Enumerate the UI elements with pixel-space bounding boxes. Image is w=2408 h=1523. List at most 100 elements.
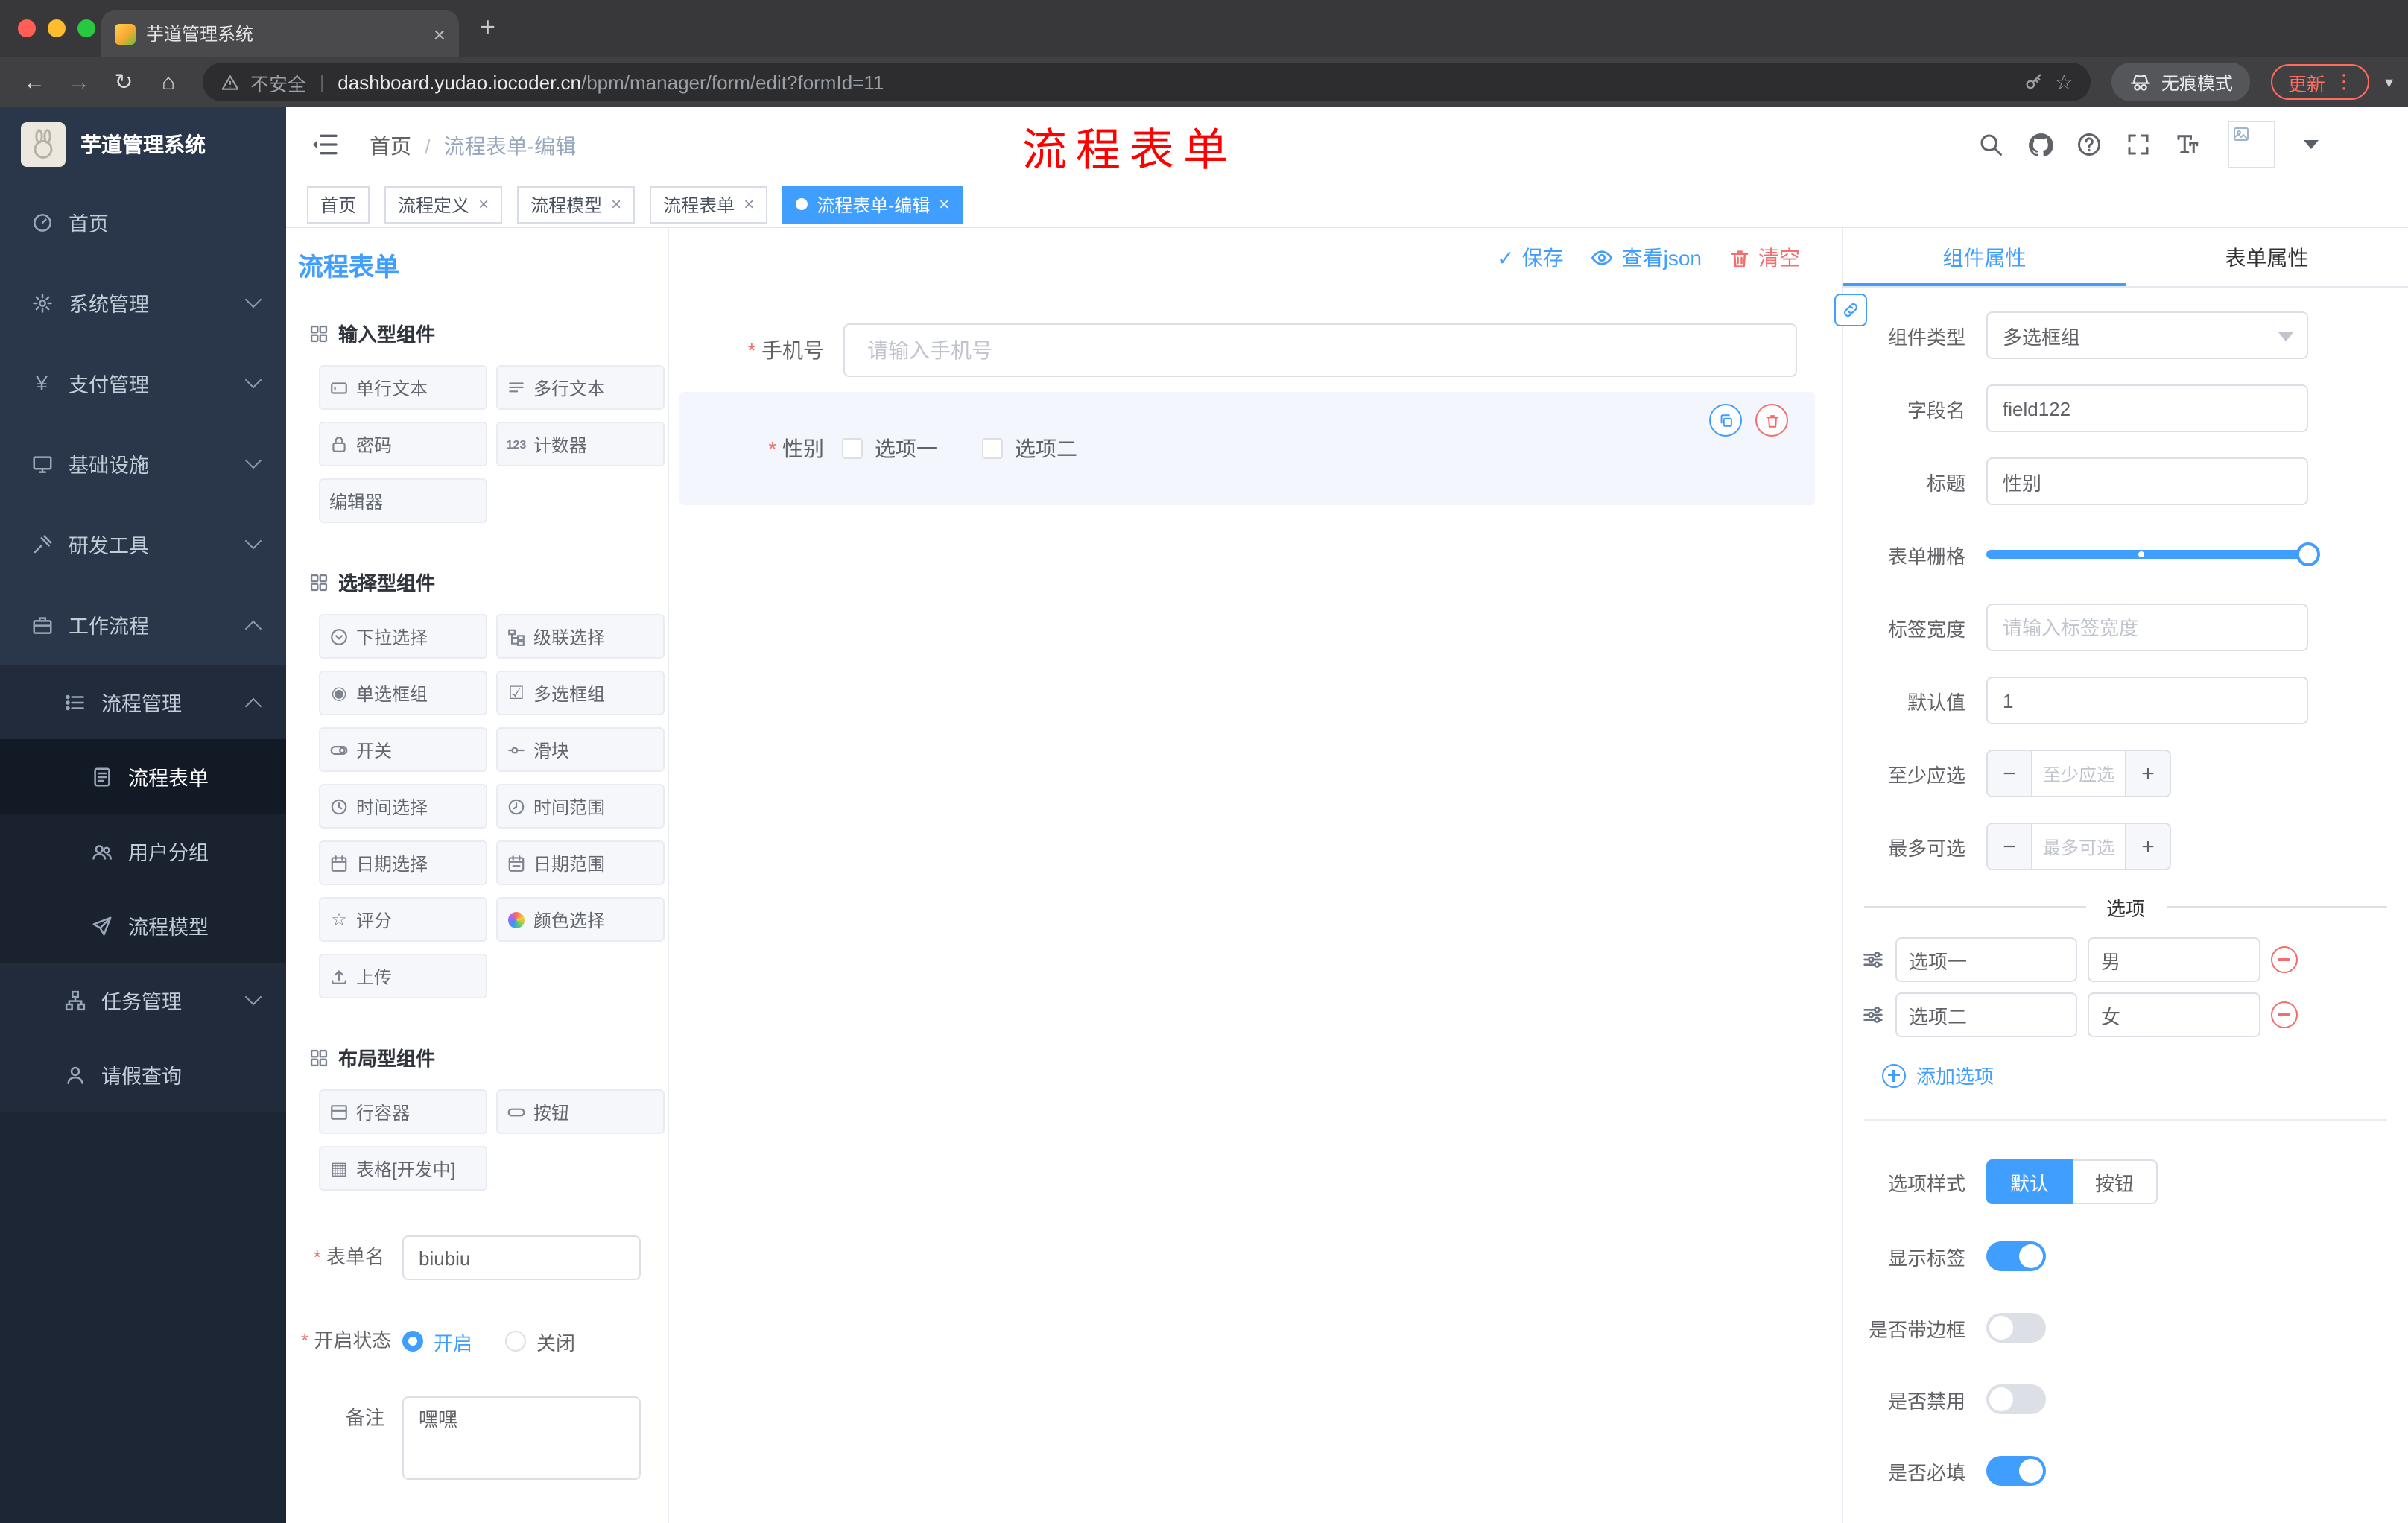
link-anchor-button[interactable]	[1834, 294, 1867, 326]
drag-handle-icon[interactable]	[1861, 948, 1885, 972]
close-window-button[interactable]	[18, 19, 36, 37]
phone-input[interactable]	[843, 323, 1797, 377]
close-icon[interactable]: ×	[744, 194, 754, 215]
option-value-input[interactable]	[2088, 937, 2260, 982]
tag-home[interactable]: 首页	[307, 186, 370, 223]
sidebar-item-dev-tools[interactable]: 研发工具	[0, 504, 286, 584]
with-border-switch[interactable]	[1986, 1313, 2046, 1343]
remove-option-button[interactable]	[2271, 1001, 2298, 1028]
option-label-input[interactable]	[1895, 937, 2077, 982]
sidebar-item-workflow[interactable]: 工作流程	[0, 584, 286, 665]
tag-process-form[interactable]: 流程表单 ×	[650, 186, 768, 223]
font-size-icon[interactable]	[2173, 130, 2202, 159]
browser-tab[interactable]: 芋道管理系统 ×	[101, 10, 459, 57]
style-button-button[interactable]: 按钮	[2073, 1159, 2158, 1204]
slider-track[interactable]	[1986, 542, 2320, 566]
default-value-input[interactable]	[1986, 677, 2308, 724]
maximize-window-button[interactable]	[77, 19, 95, 37]
sidebar-item-home[interactable]: 首页	[0, 182, 286, 262]
slider-handle[interactable]	[2296, 542, 2320, 566]
component-slider[interactable]: 滑块	[496, 727, 665, 772]
remove-option-button[interactable]	[2271, 946, 2298, 973]
bookmark-star-icon[interactable]: ☆	[2055, 69, 2073, 95]
security-label[interactable]: 不安全	[250, 68, 306, 96]
disabled-switch[interactable]	[1986, 1384, 2046, 1414]
form-name-input[interactable]	[402, 1235, 641, 1280]
back-icon[interactable]: ←	[15, 69, 54, 95]
field-name-input[interactable]	[1986, 384, 2308, 432]
required-switch[interactable]	[1986, 1456, 2046, 1486]
increase-button[interactable]: +	[2125, 751, 2170, 796]
label-width-input[interactable]	[1986, 604, 2308, 651]
sidebar-item-task-management[interactable]: 任务管理	[0, 963, 286, 1037]
phone-field-row[interactable]: 手机号	[675, 323, 1797, 377]
component-date-picker[interactable]: 日期选择	[319, 840, 487, 885]
grid-slider[interactable]	[1986, 531, 2320, 578]
max-select-placeholder[interactable]: 最多可选	[2032, 824, 2125, 869]
component-select[interactable]: 下拉选择	[319, 614, 487, 659]
browser-menu-icon[interactable]: ⋮	[2334, 70, 2354, 94]
avatar[interactable]	[2228, 121, 2275, 168]
tag-process-form-edit[interactable]: 流程表单-编辑 ×	[782, 186, 963, 223]
tab-component-properties[interactable]: 组件属性	[1843, 228, 2126, 286]
minimize-window-button[interactable]	[48, 19, 66, 37]
view-json-button[interactable]: 查看json	[1591, 243, 1702, 273]
component-switch[interactable]: 开关	[319, 727, 487, 772]
component-table[interactable]: ▦ 表格[开发中]	[319, 1146, 487, 1191]
update-button[interactable]: 更新 ⋮	[2271, 64, 2370, 100]
component-editor[interactable]: 编辑器	[319, 478, 487, 523]
component-time-picker[interactable]: 时间选择	[319, 784, 487, 829]
tag-process-model[interactable]: 流程模型 ×	[517, 186, 636, 223]
breadcrumb-home[interactable]: 首页	[370, 131, 411, 161]
sidebar-item-system-management[interactable]: 系统管理	[0, 262, 286, 343]
close-icon[interactable]: ×	[478, 194, 489, 215]
fullscreen-icon[interactable]	[2123, 130, 2153, 159]
component-checkbox-group[interactable]: ☑ 多选框组	[496, 671, 665, 715]
component-time-range[interactable]: 时间范围	[496, 784, 665, 829]
add-option-button[interactable]: 添加选项	[1882, 1061, 2408, 1089]
address-bar[interactable]: 不安全 | dashboard.yudao.iocoder.cn/bpm/man…	[203, 63, 2091, 101]
selected-gender-component[interactable]: 性别 选项一 选项二	[679, 392, 1815, 505]
github-icon[interactable]	[2025, 130, 2055, 159]
component-color-picker[interactable]: 颜色选择	[496, 897, 665, 942]
tag-process-definition[interactable]: 流程定义 ×	[384, 186, 503, 223]
sidebar-toggle-icon[interactable]	[310, 130, 340, 159]
search-icon[interactable]	[1976, 130, 2006, 159]
close-icon[interactable]: ×	[939, 194, 949, 215]
sidebar-item-infrastructure[interactable]: 基础设施	[0, 423, 286, 504]
sidebar-item-leave-query[interactable]: 请假查询	[0, 1037, 286, 1112]
component-rate[interactable]: ☆ 评分	[319, 897, 487, 942]
component-password[interactable]: 密码	[319, 422, 487, 466]
new-tab-button[interactable]: +	[480, 12, 495, 42]
sidebar-item-process-model[interactable]: 流程模型	[0, 888, 286, 963]
component-cascader[interactable]: 级联选择	[496, 614, 665, 659]
drag-handle-icon[interactable]	[1861, 1003, 1885, 1027]
caret-down-icon[interactable]	[2304, 140, 2319, 149]
component-button[interactable]: 按钮	[496, 1089, 665, 1134]
save-button[interactable]: ✓ 保存	[1497, 243, 1563, 273]
style-default-button[interactable]: 默认	[1986, 1159, 2073, 1204]
component-counter[interactable]: 123 计数器	[496, 422, 665, 466]
radio-open[interactable]: 开启	[402, 1327, 472, 1355]
clear-button[interactable]: 清空	[1729, 243, 1800, 273]
sidebar-item-user-groups[interactable]: 用户分组	[0, 814, 286, 888]
option-label-input[interactable]	[1895, 992, 2077, 1037]
copy-component-button[interactable]	[1709, 404, 1742, 437]
form-remark-textarea[interactable]: 嘿嘿	[402, 1396, 641, 1480]
chevron-down-icon[interactable]: ▾	[2385, 72, 2393, 92]
delete-component-button[interactable]	[1755, 404, 1788, 437]
decrease-button[interactable]: −	[1988, 824, 2032, 869]
component-single-line-text[interactable]: 单行文本	[319, 365, 487, 410]
checkbox-option-2[interactable]: 选项二	[982, 434, 1077, 463]
password-key-icon[interactable]	[2024, 72, 2044, 92]
sidebar-item-payment-management[interactable]: ¥ 支付管理	[0, 343, 286, 423]
checkbox-option-1[interactable]: 选项一	[842, 434, 937, 463]
component-date-range[interactable]: 日期范围	[496, 840, 665, 885]
radio-closed[interactable]: 关闭	[505, 1327, 575, 1355]
component-radio-group[interactable]: ◉ 单选框组	[319, 671, 487, 715]
reload-icon[interactable]: ↻	[104, 69, 143, 95]
min-select-placeholder[interactable]: 至少应选	[2032, 751, 2125, 796]
help-icon[interactable]	[2074, 130, 2104, 159]
decrease-button[interactable]: −	[1988, 751, 2032, 796]
close-icon[interactable]: ×	[611, 194, 621, 215]
